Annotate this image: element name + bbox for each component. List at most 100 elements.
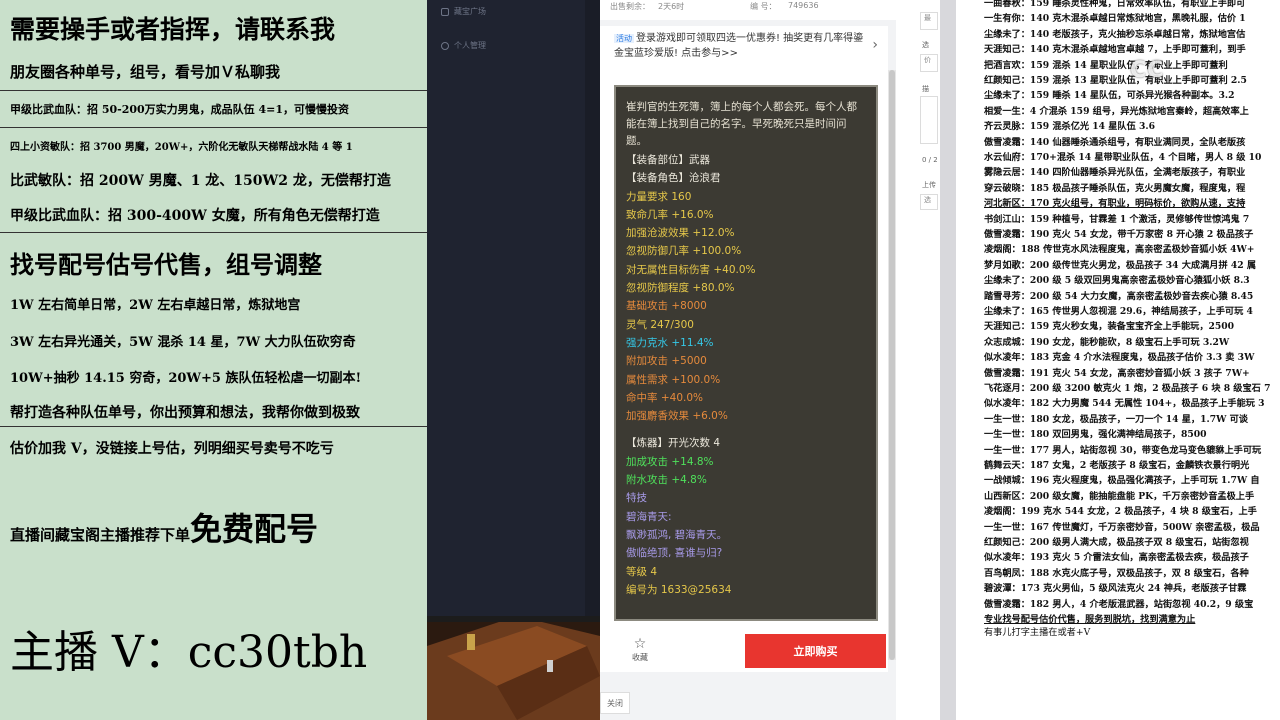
upload-button[interactable]: 选: [920, 194, 938, 210]
sidebar-item-personal[interactable]: 个人管理: [441, 40, 486, 51]
item-attribute: 灵气 247/300: [626, 318, 694, 331]
item-tooltip-card: 崔判官的生死簿，簿上的每个人都会死。每个人都能在簿上找到自己的名字。早死晚死只是…: [614, 85, 878, 621]
form-column: 最 选 价 描 0 / 2 上传 选: [896, 0, 940, 720]
listing-line: 众志成城：190 女龙，能秒能砍，8 级宝石上手可玩 3.2W: [984, 336, 1230, 348]
buy-now-button[interactable]: 立即购买: [745, 634, 886, 668]
form-label: 描: [922, 85, 929, 93]
star-icon: ☆: [633, 636, 647, 652]
close-button[interactable]: 关闭: [600, 692, 630, 714]
time-left-value: 2天6时: [658, 2, 685, 11]
listing-line: 书剑江山：159 种植号，甘霖差 1 个激活，灵修够传世惊鸿鬼 7: [984, 213, 1250, 225]
listing-line: 似水凌年：182 大力男魔 544 无属性 104+，极品孩子上手能玩 3: [984, 398, 1265, 410]
listing-line: 傲雪凌霜：140 仙器睡杀通杀组号，有职业满同灵，全队老版孩: [984, 136, 1246, 148]
listing-line: 山西新区：200 级女魔，能抽能盘能 PK，千万亲密妙音孟极上手: [984, 490, 1255, 502]
description-textarea[interactable]: [920, 96, 938, 144]
ad-line: 甲级比武血队：招 300-400W 女魔，所有角色无偿帮打造: [10, 208, 380, 224]
listing-line: 尘缘未了：200 级 5 级双回男鬼高亲密孟极妙音心猿狐小妖 8.3: [984, 275, 1250, 287]
app-gutter: [585, 0, 600, 616]
item-attribute: 飘渺孤鸿, 碧海青天。: [626, 528, 728, 541]
ad-divider: [0, 90, 427, 91]
listing-line: 似水凌年：193 克火 5 介雷法女仙，高亲密孟极去疾，极品孩子: [984, 552, 1249, 564]
listing-line: 相爱一生：4 介混杀 159 组号，异光炼狱地宫秦岭，超高效率上: [984, 105, 1249, 117]
item-attribute: 忽视防御几率 +100.0%: [626, 245, 742, 258]
listing-line: 一生一世：167 传世魔灯，千万亲密妙音，500W 亲密孟极，极品: [984, 521, 1260, 533]
promo-banner[interactable]: 活动 登录游戏即可领取四选一优惠券! 抽奖更有几率得鎏金宝蓝珍爱版! 点击参与>>…: [600, 26, 888, 70]
item-attribute: 致命几率 +16.0%: [626, 208, 714, 221]
game-view-thumbnail: [427, 616, 600, 720]
item-description: 崔判官的生死簿，簿上的每个人都会死。每个人都能在簿上找到自己的名字。早死晚死只是…: [626, 101, 857, 147]
listing-line: 天涯知己：140 克木混杀卓越地宫卓越 7，上手即可蓋利，到手: [984, 44, 1246, 56]
sidebar-item-market[interactable]: 藏宝广场: [441, 6, 486, 17]
free-match-text: 免费配号: [190, 510, 319, 548]
char-counter: 0 / 2: [922, 156, 938, 164]
ad-divider: [0, 232, 427, 233]
purchase-bar: ☆ 收藏 立即购买: [600, 630, 888, 672]
item-attribute: 编号为 1633@25634: [626, 583, 732, 596]
item-attribute: 加强麝香效果 +6.0%: [626, 410, 728, 423]
sale-meta-row: 出售剩余： 2天6时 编 号： 749636: [600, 0, 896, 20]
listing-line: 傲雪凌霜：182 男人，4 介老版混武器，站街忽视 40.2，9 级宝: [984, 598, 1254, 610]
ad-line: 甲级比武血队：招 50-200万实力男鬼，成品队伍 4=1，可慢慢投资: [10, 103, 350, 116]
listing-line: 傲雪凌霜：190 克火 54 女龙，带千万家密 8 开心猿 2 极品孩子: [984, 229, 1254, 240]
listing-line: 傲雪凌霜：191 克火 54 女龙，高亲密妙音狐小妖 3 孩子 7W+: [984, 367, 1250, 379]
serial-value: 749636: [788, 1, 819, 10]
listing-line: 有事儿打字主播在或者+V: [984, 627, 1091, 638]
listing-line: 凌烟阁：199 克水 544 女龙，2 极品孩子，4 块 8 级宝石，上手: [984, 506, 1257, 518]
market-icon: [441, 7, 449, 16]
user-icon: [441, 41, 449, 50]
sidebar-item-label: 个人管理: [454, 41, 486, 50]
ad-line: 四上小资敏队：招 3700 男魔，20W+，六阶化无敏队天梯帮战水陆 4 等 1: [10, 142, 353, 153]
listing-line: 天涯知己：159 克火秒女鬼，装备宝宝齐全上手能玩，2500: [984, 321, 1235, 333]
app-sidebar: 藏宝广场 个人管理: [427, 0, 585, 616]
listing-line: 一生一世：180 女龙，极品孩子，一刀一个 14 星，1.7W 可谈: [984, 413, 1248, 425]
sidebar-item-label: 藏宝广场: [454, 7, 486, 16]
listing-line: 百鸟朝凤：188 水克火底子号，双极品孩子，双 8 级宝石，各种: [984, 567, 1249, 579]
scrollbar-thumb[interactable]: [889, 70, 895, 660]
ad-line: 帮打造各种队伍单号，你出预算和想法，我帮你做到极致: [10, 405, 360, 421]
listing-line: 似水凌年：183 克金 4 介水法程度鬼，极品孩子估价 3.3 卖 3W: [984, 352, 1255, 364]
item-attribute: 对无属性目标伤害 +40.0%: [626, 263, 756, 276]
item-attribute: 强力克水 +11.4%: [626, 336, 714, 349]
item-attribute: 傲临绝顶, 喜谁与归?: [626, 547, 723, 560]
listing-line: 踏雪寻芳：200 级 54 大力女魔，高亲密孟极妙音去疾心猿 8.45: [984, 290, 1254, 302]
time-left-label: 出售剩余：: [610, 2, 650, 11]
listing-line: 碧波潭：173 克火男仙，5 级风法克火 24 神兵，老版孩子甘霖: [984, 583, 1247, 595]
listing-line: 梦月如歌：200 级传世克火男龙，极品孩子 34 大成满月拼 42 属: [984, 259, 1257, 271]
favorite-button[interactable]: ☆ 收藏: [622, 636, 658, 663]
listing-line: 齐云灵脉：159 混杀亿光 14 星队伍 3.6: [984, 121, 1155, 133]
serial-label: 编 号：: [750, 2, 777, 11]
chevron-right-icon: ›: [872, 37, 878, 53]
item-attribute: 等级 4: [626, 565, 658, 578]
item-attribute: 加成攻击 +14.8%: [626, 455, 714, 468]
account-listing-panel: 一曲春秋：159 睡杀灵性种鬼，日常效率队伍，有职业上手即可 一生有你：140 克…: [956, 0, 1280, 720]
ad-divider: [0, 426, 427, 427]
item-attributes: 【装备部位】武器 【装备角色】沧浪君 力量要求 160 致命几率 +16.0% 加强沧波…: [626, 151, 866, 599]
listing-line: 雾隐云居：140 四阶仙器睡杀异光队伍，全满老版孩子，有职业: [984, 167, 1246, 179]
listing-line: 河北新区：170 克火组号，有职业，明码标价，欲购从速，支持: [984, 198, 1246, 210]
ad-line: 朋友圈各种单号，组号，看号加Ｖ私聊我: [10, 63, 281, 81]
ad-divider: [0, 127, 427, 128]
item-attribute: 基础攻击 +8000: [626, 300, 707, 313]
listing-line: 凌烟阁：188 传世克水风法程度鬼，高亲密孟极妙音狐小妖 4W+: [984, 244, 1255, 256]
promo-tag: 活动: [614, 34, 634, 43]
item-attribute: 碧海青天:: [626, 510, 672, 523]
select-field[interactable]: 最: [920, 12, 938, 30]
ad-line: 需要操手或者指挥，请联系我: [10, 15, 336, 44]
listing-line: 红颜知己：200 级男人满大成，极品孩子双 8 级宝石，站街忽视: [984, 537, 1249, 548]
listing-line: 尘缘未了：140 老版孩子，克火抽秒忘杀卓越日常，炼狱地宫估: [984, 28, 1246, 40]
price-field[interactable]: 价: [920, 54, 938, 72]
scrollbar[interactable]: [888, 70, 896, 660]
item-attribute: 附水攻击 +4.8%: [626, 474, 707, 487]
streamer-ad-panel: 需要操手或者指挥，请联系我朋友圈各种单号，组号，看号加Ｖ私聊我甲级比武血队：招 …: [0, 0, 427, 720]
listing-line: 一战倾城：196 克火程度鬼，极品强化满孩子，上手可玩 1.7W 自: [984, 475, 1260, 487]
stream-recommend-prefix: 直播间藏宝阁主播推荐下单: [10, 526, 191, 544]
window-divider: [940, 0, 956, 720]
item-attribute: 【炼器】开光次数 4: [626, 437, 721, 450]
ad-line: 3W 左右异光通关，5W 混杀 14 星，7W 大力队伍砍穷奇: [10, 335, 356, 350]
listing-line: 水云仙府：170+混杀 14 星带职业队伍，4 个目睹，男人 8 级 10: [984, 152, 1262, 163]
listing-line: 一生一世：177 男人，站街忽视 30，带变色龙马变色貔貅上手可玩: [984, 444, 1262, 456]
watermark-logo: CC: [1130, 58, 1165, 83]
listing-line: 鹤舞云天：187 女鬼，2 老版孩子 8 级宝石，金麟铁衣景行明光: [984, 460, 1250, 471]
item-attribute: 加强沧波效果 +12.0%: [626, 227, 735, 240]
item-spacer: [626, 425, 866, 434]
